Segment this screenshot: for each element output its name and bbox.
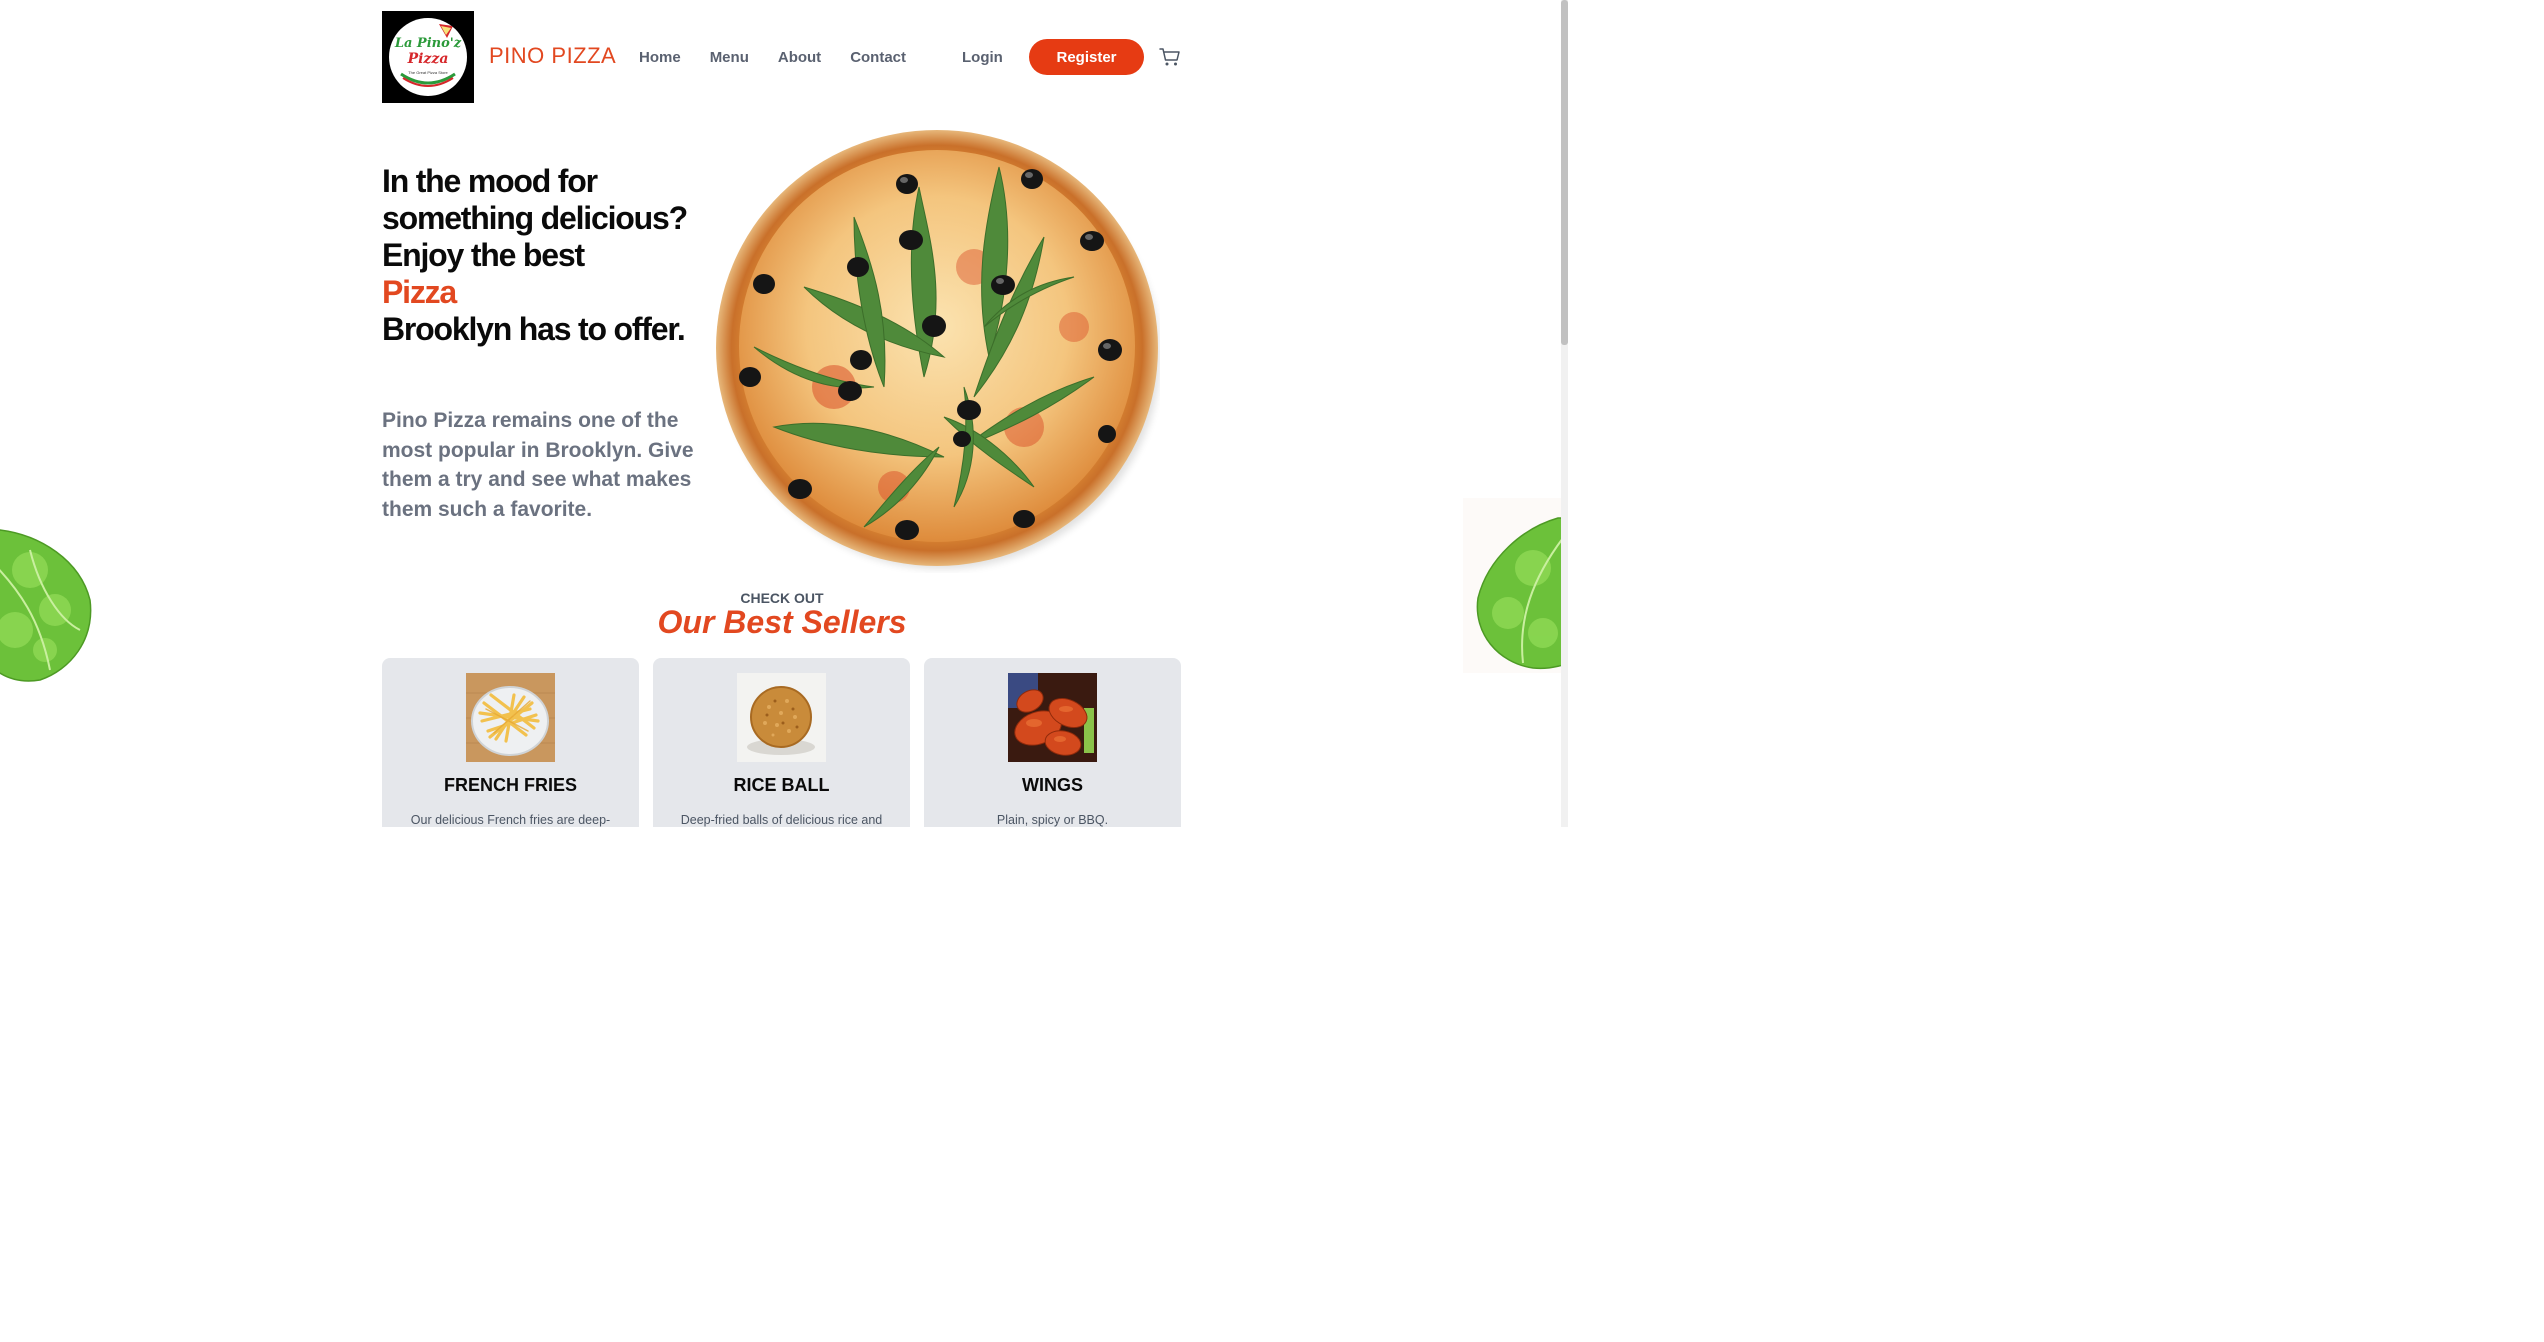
nav-menu[interactable]: Menu [710, 49, 749, 66]
product-name: WINGS [1022, 775, 1083, 795]
login-link[interactable]: Login [962, 49, 1003, 66]
logo-tagline: The Great Pizza Store [408, 70, 448, 75]
wings-image [1008, 673, 1097, 762]
pizza-image [716, 130, 1160, 569]
hero-description: Pino Pizza remains one of the most popul… [382, 409, 694, 521]
best-sellers-title: Our Best Sellers [657, 604, 907, 640]
lettuce-right-image [1463, 498, 1568, 673]
product-description: Our delicious French fries are deep- [410, 813, 611, 827]
rice-ball-image [737, 673, 826, 762]
hero-title-line: Enjoy the best [382, 237, 585, 273]
register-button[interactable]: Register [1029, 39, 1144, 75]
product-name: RICE BALL [733, 775, 830, 795]
lettuce-left-image [0, 529, 92, 682]
nav-contact[interactable]: Contact [850, 49, 906, 66]
product-description: Deep-fried balls of delicious rice and [680, 813, 883, 827]
brand-logo[interactable]: La Pino'z Pizza The Great Pizza Store [382, 11, 474, 103]
page: La Pino'z Pizza The Great Pizza Store PI… [0, 0, 1568, 827]
nav-about[interactable]: About [778, 49, 821, 66]
product-card-rice-ball[interactable]: RICE BALL Deep-fried balls of delicious … [653, 658, 910, 827]
nav-home[interactable]: Home [639, 49, 681, 66]
main-nav: Home Menu About Contact [639, 49, 906, 66]
hero-title-line: something delicious? [382, 200, 688, 236]
shopping-cart-icon[interactable] [1159, 47, 1181, 67]
brand-name[interactable]: PINO PIZZA [489, 43, 616, 69]
logo-text-bottom: Pizza [407, 51, 449, 67]
logo-text-top: La Pino'z [394, 36, 462, 51]
scrollbar-thumb[interactable] [1561, 0, 1568, 345]
page-scrollbar[interactable] [1561, 0, 1568, 827]
product-description: Plain, spicy or BBQ. [996, 813, 1109, 827]
product-card-wings[interactable]: WINGS Plain, spicy or BBQ. [924, 658, 1181, 827]
hero-title-line: Brooklyn has to offer. [382, 311, 686, 347]
hero-title: In the mood for something delicious? Enj… [382, 163, 712, 348]
hero-title-line: In the mood for [382, 163, 598, 199]
product-card-french-fries[interactable]: FRENCH FRIES Our delicious French fries … [382, 658, 639, 827]
site-header: La Pino'z Pizza The Great Pizza Store PI… [382, 11, 1182, 103]
french-fries-image [466, 673, 555, 762]
product-name: FRENCH FRIES [443, 775, 577, 795]
logo-badge: La Pino'z Pizza The Great Pizza Store [389, 18, 467, 96]
hero-title-accent: Pizza [382, 274, 457, 310]
